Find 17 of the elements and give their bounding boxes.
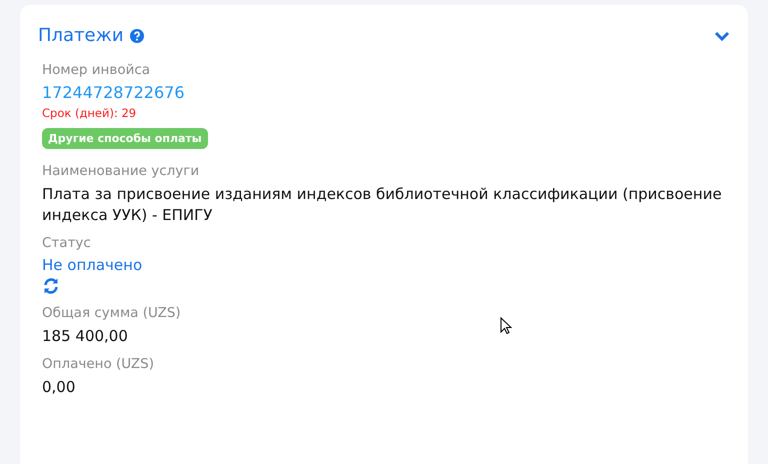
other-payment-methods-button[interactable]: Другие способы оплаты [42, 128, 208, 149]
mouse-pointer-icon [500, 317, 512, 335]
field-label: Номер инвойса [42, 62, 152, 78]
service-name: Плата за присвоение изданиям индексов библиотечной классификации (присвоение индекса УУК) - ЕПИГУ [42, 184, 723, 226]
panel-title: Платежи [38, 25, 124, 46]
field-value: 185 400,00 [42, 326, 129, 347]
deadline-text: Срок (дней): 29 [42, 106, 138, 120]
chevron-down-icon[interactable] [714, 30, 730, 40]
field-label: Наименование услуги [42, 163, 200, 179]
field-value: 0,00 [42, 377, 76, 398]
invoice-number: 17244728722676 [42, 83, 186, 102]
field-label: Статус [42, 235, 92, 251]
field-label: Общая сумма (UZS) [42, 305, 182, 321]
field-label: Оплачено (UZS) [42, 356, 156, 372]
refresh-icon[interactable] [42, 277, 60, 295]
help-icon[interactable] [130, 28, 144, 42]
status-value: Не оплачено [42, 256, 144, 274]
